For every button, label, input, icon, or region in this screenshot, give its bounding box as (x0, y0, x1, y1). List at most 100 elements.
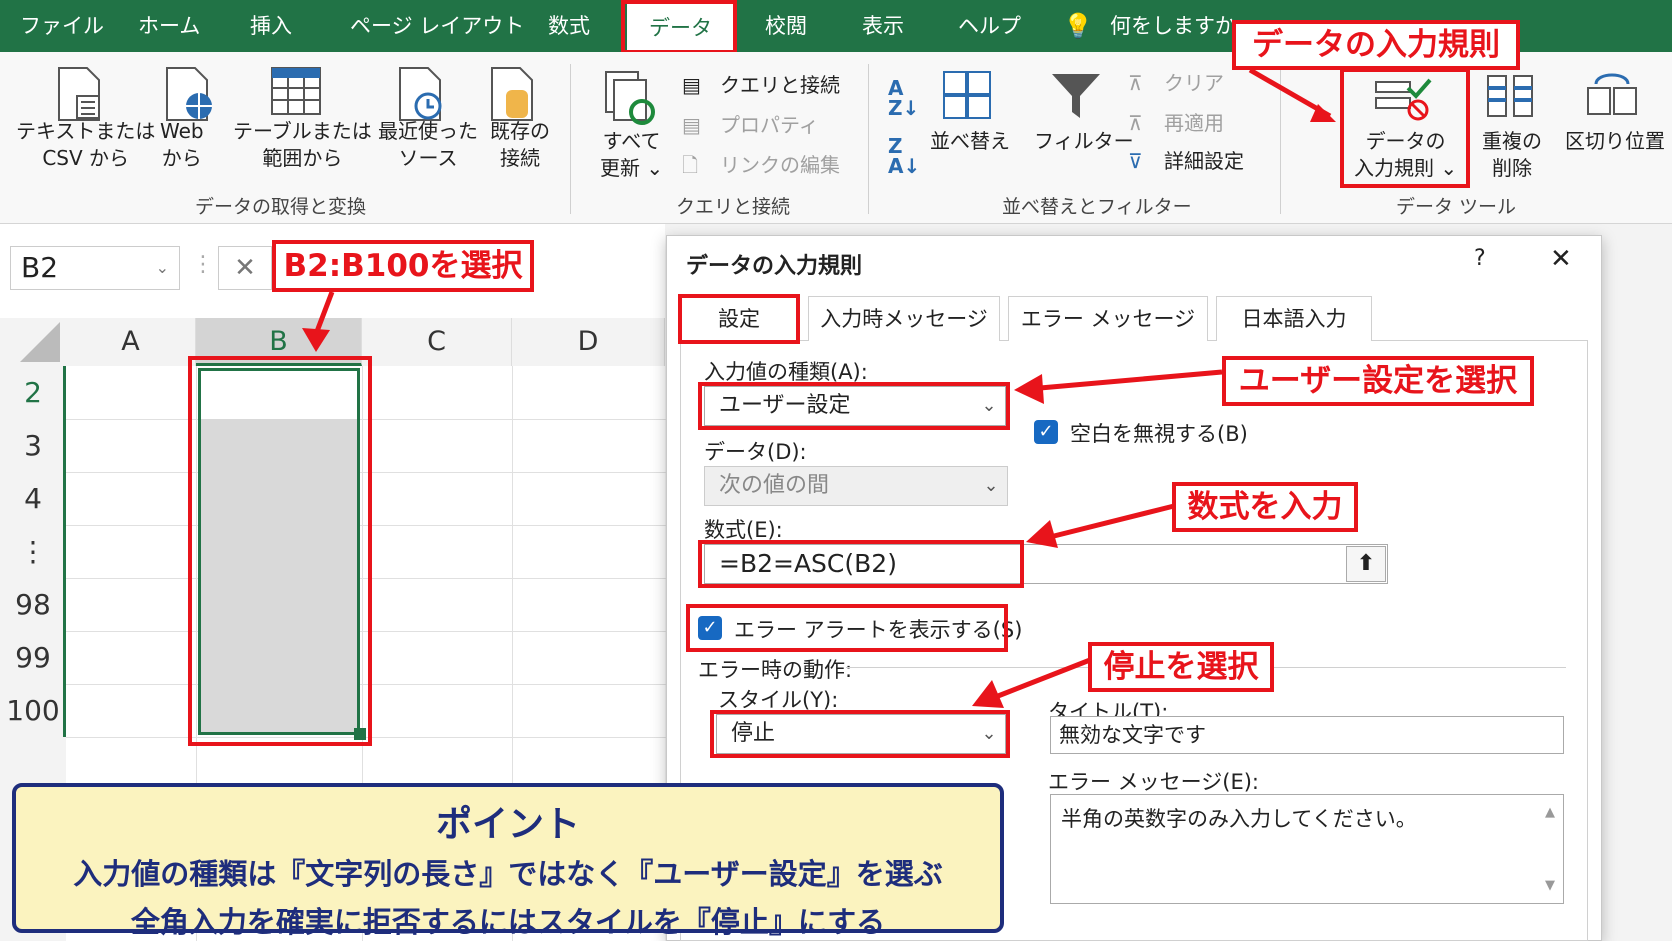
sort-descending-icon[interactable]: Z A↓ (888, 136, 920, 176)
filter-icon (1052, 74, 1100, 118)
grip-icon: ⋮ (192, 252, 214, 277)
sort-ascending-icon[interactable]: A Z↓ (888, 78, 919, 118)
row-header-98[interactable]: 98 (0, 578, 66, 631)
queries-connections-icon: ▤ (682, 73, 701, 97)
tell-me-search[interactable]: 何をしますか (1110, 0, 1236, 52)
highlight-allow (698, 382, 1010, 430)
row-header-ellipsis: ⋮ (19, 535, 47, 568)
group-label-data-tools: データ ツール (1396, 196, 1517, 218)
tab-error-alert[interactable]: エラー メッセージ (1008, 296, 1208, 341)
error-message-label: エラー メッセージ(E): (1048, 770, 1259, 794)
text-csv-button[interactable]: テキストまたは CSV から (16, 118, 155, 172)
tab-file[interactable]: ファイル (20, 0, 104, 52)
text-to-columns-button[interactable]: 区切り位置 (1565, 128, 1665, 155)
tab-formulas[interactable]: 数式 (548, 0, 590, 52)
arrow-icon (1014, 369, 1223, 404)
edit-links-button[interactable]: リンクの編集 (720, 152, 840, 178)
error-action-label: エラー時の動作: (698, 658, 853, 682)
group-label-get-transform: データの取得と変換 (195, 196, 367, 218)
recent-sources-button[interactable]: 最近使った ソース (378, 118, 478, 172)
row-header-2[interactable]: 2 (0, 366, 66, 419)
edit-links-icon: 🗋 (682, 153, 699, 177)
callout-validation: データの入力規則 (1232, 20, 1520, 70)
callout-formula: 数式を入力 (1172, 482, 1358, 532)
highlight-show-alert (686, 604, 1008, 652)
cancel-formula-icon[interactable]: ✕ (218, 246, 272, 290)
select-all-corner[interactable] (0, 318, 66, 366)
properties-icon: ▤ (682, 113, 701, 137)
point-note: ポイント 入力値の種類は『文字列の長さ』ではなく『ユーザー設定』を選ぶ 全角入力… (12, 783, 1004, 939)
highlight-settings-tab (678, 294, 800, 344)
web-button[interactable]: Web から (160, 118, 204, 172)
highlight-formula (698, 540, 1024, 588)
arrow-icon (1248, 68, 1336, 122)
column-header-a[interactable]: A (66, 318, 196, 366)
ignore-blank-label: 空白を無視する(B) (1070, 422, 1248, 446)
table-range-icon (271, 67, 321, 115)
ignore-blank-checkbox[interactable]: ✓ (1034, 420, 1058, 444)
clear-icon: ⊼ (1128, 71, 1143, 95)
group-label-sort-filter: 並べ替えとフィルター (1002, 196, 1192, 218)
queries-connections-button[interactable]: クエリと接続 (720, 72, 840, 98)
text-csv-icon (58, 67, 100, 121)
clear-button[interactable]: クリア (1164, 70, 1224, 96)
recent-sources-icon (399, 67, 442, 121)
callout-stop: 停止を選択 (1088, 642, 1274, 692)
ribbon-separator (570, 64, 571, 214)
point-line-1: 入力値の種類は『文字列の長さ』ではなく『ユーザー設定』を選ぶ (73, 857, 943, 891)
existing-connections-button[interactable]: 既存の 接続 (490, 118, 550, 172)
remove-duplicates-icon (1487, 75, 1533, 117)
tab-home[interactable]: ホーム (138, 0, 200, 52)
row-header-99[interactable]: 99 (0, 631, 66, 684)
dialog-title: データの入力規則 (686, 254, 863, 279)
lightbulb-icon: 💡 (1063, 12, 1093, 40)
tab-insert[interactable]: 挿入 (250, 0, 292, 52)
title-input[interactable]: 無効な文字です (1050, 716, 1564, 754)
chevron-down-icon: ⌄ (155, 258, 169, 277)
name-box[interactable]: B2 ⌄ (10, 246, 180, 290)
refresh-all-button[interactable]: すべて 更新 ⌄ (600, 128, 663, 182)
advanced-icon: ⊽ (1128, 149, 1143, 173)
table-range-button[interactable]: テーブルまたは 範囲から (233, 118, 372, 172)
web-icon (166, 67, 212, 121)
properties-button[interactable]: プロパティ (720, 112, 819, 138)
highlight-style (710, 710, 1010, 758)
error-message-textarea[interactable]: 半角の英数字のみ入力してください。 ▲ ▼ (1050, 794, 1564, 904)
close-icon[interactable]: ✕ (1550, 244, 1572, 274)
reapply-button[interactable]: 再適用 (1164, 110, 1224, 136)
arrow-icon (972, 657, 1091, 708)
highlight-validation-button (1340, 68, 1470, 188)
advanced-button[interactable]: 詳細設定 (1164, 148, 1244, 174)
tab-ime-mode[interactable]: 日本語入力 (1216, 296, 1372, 341)
highlight-data-tab (621, 0, 737, 54)
sort-button[interactable]: 並べ替え (930, 128, 1010, 155)
sort-icon (943, 71, 991, 119)
highlight-range (188, 356, 372, 746)
arrow-icon (302, 291, 335, 352)
ribbon-separator (868, 64, 869, 214)
tab-page-layout[interactable]: ページ レイアウト (350, 0, 524, 52)
column-header-c[interactable]: C (362, 318, 512, 366)
data-dropdown[interactable]: 次の値の間 ⌄ (704, 466, 1008, 506)
help-icon[interactable]: ? (1474, 246, 1486, 271)
point-line-2: 全角入力を確実に拒否するにはスタイルを『停止』にする (130, 905, 886, 939)
point-heading: ポイント (435, 804, 580, 845)
remove-duplicates-button[interactable]: 重複の 削除 (1482, 128, 1542, 182)
row-selection-bar (63, 366, 66, 737)
collapse-dialog-icon[interactable]: ⬆ (1346, 546, 1386, 582)
column-header-d[interactable]: D (512, 318, 665, 366)
tab-input-message[interactable]: 入力時メッセージ (808, 296, 1000, 341)
row-header-100[interactable]: 100 (0, 684, 66, 737)
existing-connections-icon (491, 67, 533, 121)
tab-help[interactable]: ヘルプ (958, 0, 1021, 52)
scroll-up-icon[interactable]: ▲ (1545, 805, 1555, 820)
reapply-icon: ⊼ (1128, 111, 1143, 135)
refresh-all-icon (605, 71, 655, 125)
arrow-icon (1026, 503, 1175, 548)
row-header-3[interactable]: 3 (0, 419, 66, 472)
filter-button[interactable]: フィルター (1034, 128, 1134, 155)
scroll-down-icon[interactable]: ▼ (1545, 878, 1555, 893)
row-header-4[interactable]: 4 (0, 472, 66, 525)
tab-review[interactable]: 校閲 (765, 0, 807, 52)
tab-view[interactable]: 表示 (862, 0, 904, 52)
